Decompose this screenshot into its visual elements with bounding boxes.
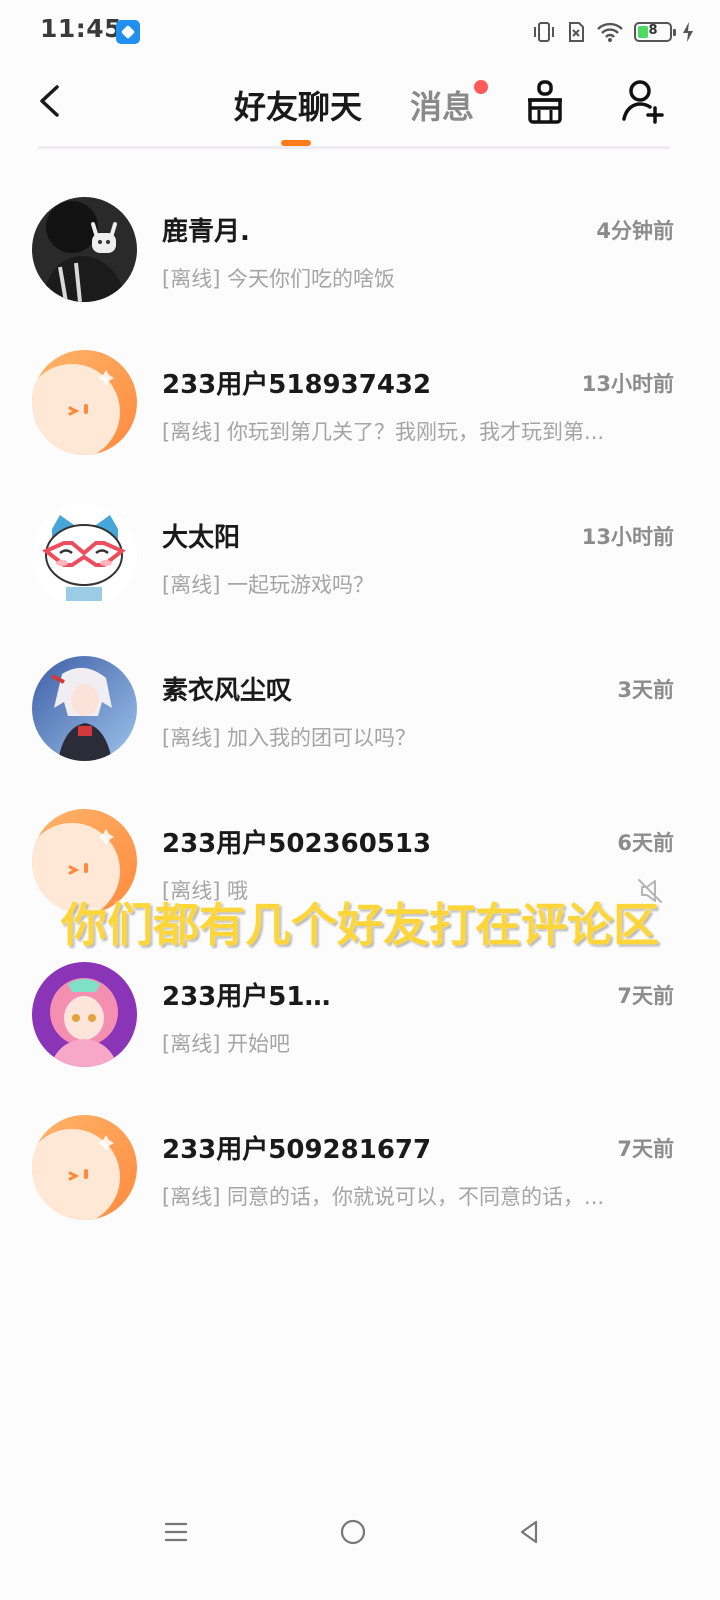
status-icons: 8 <box>532 18 694 46</box>
chat-preview: [离线] 今天你们吃的啥饭 <box>162 267 396 291</box>
home-icon[interactable] <box>335 1514 371 1550</box>
chat-preview: [离线] 同意的话，你就说可以，不同意的话，... <box>162 1185 605 1209</box>
top-nav: 好友聊天 消息 <box>0 64 720 146</box>
chat-item[interactable]: 鹿青月. 4分钟前 [离线] 今天你们吃的啥饭 <box>0 173 720 326</box>
app-notification-icon <box>116 20 140 44</box>
system-nav-bar <box>0 1500 720 1564</box>
chat-item[interactable]: 233用户509281677 7天前 [离线] 同意的话，你就说可以，不同意的话… <box>0 1091 720 1244</box>
chat-preview: [离线] 你玩到第几关了？我刚玩，我才玩到第... <box>162 420 605 444</box>
chat-name: 大太阳 <box>162 523 241 553</box>
overlay-caption: 你们都有几个好友打在评论区 <box>61 898 659 952</box>
chat-preview: [离线] 一起玩游戏吗？ <box>162 573 375 597</box>
chat-preview: [离线] 开始吧 <box>162 1032 291 1056</box>
anime-avatar[interactable] <box>32 656 137 761</box>
chat-item[interactable]: 素衣风尘叹 3天前 [离线] 加入我的团可以吗？ <box>0 632 720 785</box>
chat-preview: [离线] 加入我的团可以吗？ <box>162 726 417 750</box>
chat-item[interactable]: 233用户518937432 13小时前 [离线] 你玩到第几关了？我刚玩，我才… <box>0 326 720 479</box>
chat-name: 233用户509281677 <box>162 1135 432 1165</box>
default-avatar[interactable] <box>32 350 137 455</box>
add-friend-button[interactable] <box>618 76 668 126</box>
chat-name: 素衣风尘叹 <box>162 676 293 706</box>
chat-name: 233用户518937432 <box>162 370 432 400</box>
menu-icon[interactable] <box>158 1514 194 1550</box>
default-avatar[interactable] <box>32 1115 137 1220</box>
wifi-icon <box>597 22 623 42</box>
chat-name: 233用户51… <box>162 982 331 1012</box>
back-arrow-icon <box>40 85 59 117</box>
cat-avatar[interactable] <box>32 503 137 608</box>
chat-time: 4分钟前 <box>596 219 674 243</box>
add-user-icon <box>622 80 664 124</box>
chat-time: 13小时前 <box>581 372 674 396</box>
photo-avatar[interactable] <box>32 197 137 302</box>
chat-item[interactable]: 大太阳 13小时前 [离线] 一起玩游戏吗？ <box>0 479 720 632</box>
tab-messages[interactable]: 消息 <box>410 82 474 128</box>
clear-messages-button[interactable] <box>520 76 570 126</box>
chat-item[interactable]: 233用户51… 7天前 [离线] 开始吧 <box>0 938 720 1091</box>
anime-girl-avatar[interactable] <box>32 962 137 1067</box>
header-divider <box>38 146 670 149</box>
vibrate-icon <box>534 22 554 42</box>
broom-icon <box>528 80 562 124</box>
chat-time: 7天前 <box>617 1137 674 1161</box>
status-bar: 11:45 8 <box>0 0 720 64</box>
no-sim-icon <box>569 22 584 42</box>
battery-icon: 8 <box>634 22 676 42</box>
back-nav-icon[interactable] <box>512 1514 548 1550</box>
chat-time: 3天前 <box>617 678 674 702</box>
battery-level: 8 <box>648 23 658 38</box>
chat-time: 6天前 <box>617 831 674 855</box>
back-button[interactable] <box>26 76 72 126</box>
unread-dot <box>474 80 488 94</box>
status-time: 11:45 <box>40 14 123 43</box>
chat-time: 13小时前 <box>581 525 674 549</box>
chat-name: 鹿青月. <box>162 217 250 247</box>
chat-time: 7天前 <box>617 984 674 1008</box>
chat-list: 鹿青月. 4分钟前 [离线] 今天你们吃的啥饭 233用户518937432 1… <box>0 173 720 1244</box>
tab-friend-chat[interactable]: 好友聊天 <box>234 82 362 128</box>
chat-name: 233用户502360513 <box>162 829 432 859</box>
charging-icon <box>683 22 693 42</box>
